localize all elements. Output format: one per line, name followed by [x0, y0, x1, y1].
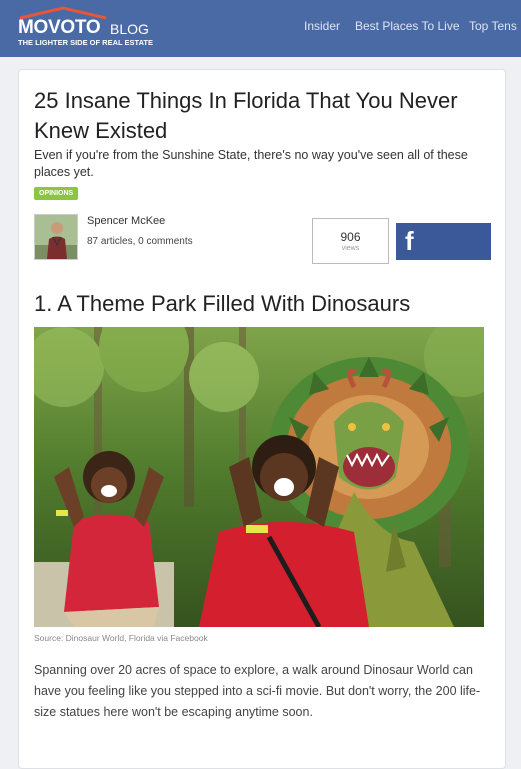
nav-link-top-tens[interactable]: Top Tens — [469, 19, 517, 33]
author-photo-icon — [35, 215, 77, 259]
author-stats: 87 articles, 0 comments — [87, 236, 193, 247]
nav-link-insider[interactable]: Insider — [304, 19, 340, 33]
author-name[interactable]: Spencer McKee — [87, 215, 165, 227]
facebook-share-button[interactable]: f — [396, 223, 491, 260]
logo-tagline: THE LIGHTER SIDE OF REAL ESTATE — [18, 38, 154, 47]
dinosaur-park-photo — [34, 327, 484, 627]
facebook-icon: f — [405, 226, 414, 256]
category-badge[interactable]: OPINIONS — [34, 187, 79, 200]
nav-link-best-places[interactable]: Best Places To Live — [355, 19, 460, 33]
logo-wordmark: MOVOTO — [18, 17, 101, 38]
logo-blog-label: BLOG — [110, 21, 149, 37]
section-heading: 1. A Theme Park Filled With Dinosaurs — [34, 291, 411, 316]
section-body-text: Spanning over 20 acres of space to explo… — [34, 663, 481, 719]
top-navigation-bar: MOVOTO BLOG THE LIGHTER SIDE OF REAL EST… — [0, 0, 521, 57]
author-avatar[interactable] — [34, 214, 78, 260]
views-count: 906 — [340, 230, 361, 244]
article-title: 25 Insane Things In Florida That You Nev… — [34, 88, 458, 143]
movoto-blog-logo[interactable]: MOVOTO BLOG THE LIGHTER SIDE OF REAL EST… — [18, 6, 168, 50]
views-counter: 906 views — [312, 218, 389, 264]
image-caption: Source: Dinosaur World, Florida via Face… — [34, 633, 208, 643]
views-label: views — [341, 245, 360, 252]
article-subtitle: Even if you're from the Sunshine State, … — [34, 148, 468, 179]
dinosaur-photo-illustration — [34, 327, 484, 627]
